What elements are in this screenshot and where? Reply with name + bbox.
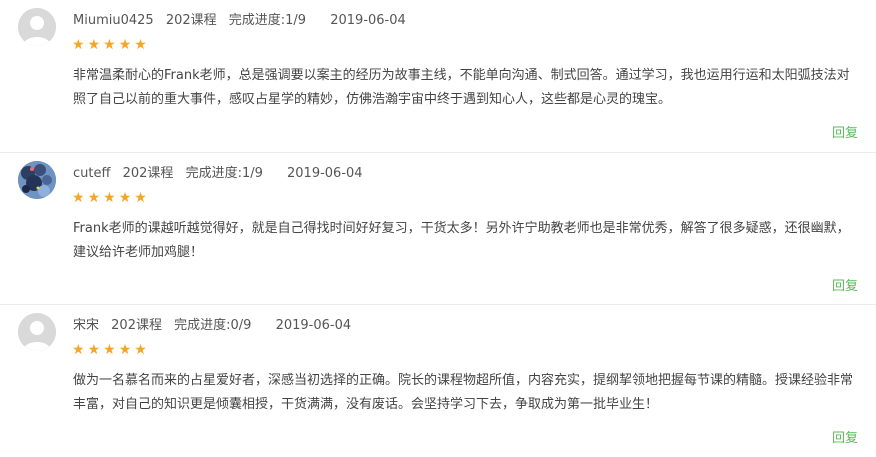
star-icon: ★ — [103, 342, 116, 358]
rating-stars: ★ ★ ★ ★ ★ — [72, 38, 147, 52]
star-icon: ★ — [103, 37, 116, 53]
star-icon: ★ — [72, 190, 85, 206]
review-meta: 宋宋 202课程 完成进度:0/9 2019-06-04 — [73, 314, 359, 333]
username[interactable]: Miumiu0425 — [73, 13, 154, 28]
review-content: 做为一名慕名而来的占星爱好者，深感当初选择的正确。院长的课程物超所值，内容充实，… — [73, 373, 854, 412]
default-avatar-icon[interactable] — [18, 8, 56, 46]
review-meta: Miumiu0425 202课程 完成进度:1/9 2019-06-04 — [73, 9, 414, 28]
reply-link[interactable]: 回复 — [832, 427, 858, 446]
star-icon: ★ — [118, 342, 132, 358]
progress-text: 完成进度:0/9 — [174, 318, 252, 333]
review-date: 2019-06-04 — [330, 13, 406, 28]
rating-stars: ★ ★ ★ ★ ★ — [72, 343, 147, 357]
review-meta: cuteff 202课程 完成进度:1/9 2019-06-04 — [73, 162, 371, 181]
star-icon: ★ — [118, 37, 132, 53]
review-item: 宋宋 202课程 完成进度:0/9 2019-06-04 ★ ★ ★ ★ ★ 做… — [0, 304, 876, 456]
course-count: 202课程 — [165, 13, 217, 28]
star-icon: ★ — [134, 190, 147, 206]
review-date: 2019-06-04 — [287, 166, 363, 181]
reply-link[interactable]: 回复 — [832, 275, 858, 294]
default-avatar-icon[interactable] — [18, 313, 56, 351]
star-icon: ★ — [87, 342, 101, 358]
course-count: 202课程 — [111, 318, 162, 333]
user-photo-avatar[interactable] — [18, 161, 56, 199]
star-icon: ★ — [134, 342, 147, 358]
username[interactable]: cuteff — [73, 166, 110, 181]
review-content: Frank老师的课越听越觉得好，就是自己得找时间好好复习，干货太多！另外许宁助教… — [73, 221, 850, 260]
review-content: 非常温柔耐心的Frank老师，总是强调要以案主的经历为故事主线，不能单向沟通、制… — [73, 68, 850, 107]
progress-text: 完成进度:1/9 — [185, 166, 263, 181]
star-icon: ★ — [72, 37, 85, 53]
review-date: 2019-06-04 — [275, 318, 352, 333]
username[interactable]: 宋宋 — [73, 318, 99, 333]
star-icon: ★ — [103, 190, 116, 206]
star-icon: ★ — [87, 190, 101, 206]
star-icon: ★ — [118, 190, 132, 206]
star-icon: ★ — [72, 342, 85, 358]
review-item: cuteff 202课程 完成进度:1/9 2019-06-04 ★ ★ ★ ★… — [0, 152, 876, 304]
reply-link[interactable]: 回复 — [832, 122, 858, 141]
course-count: 202课程 — [122, 166, 174, 181]
rating-stars: ★ ★ ★ ★ ★ — [72, 191, 147, 205]
review-item: Miumiu0425 202课程 完成进度:1/9 2019-06-04 ★ ★… — [0, 0, 876, 152]
progress-text: 完成进度:1/9 — [228, 13, 307, 28]
star-icon: ★ — [87, 37, 101, 53]
star-icon: ★ — [134, 37, 147, 53]
